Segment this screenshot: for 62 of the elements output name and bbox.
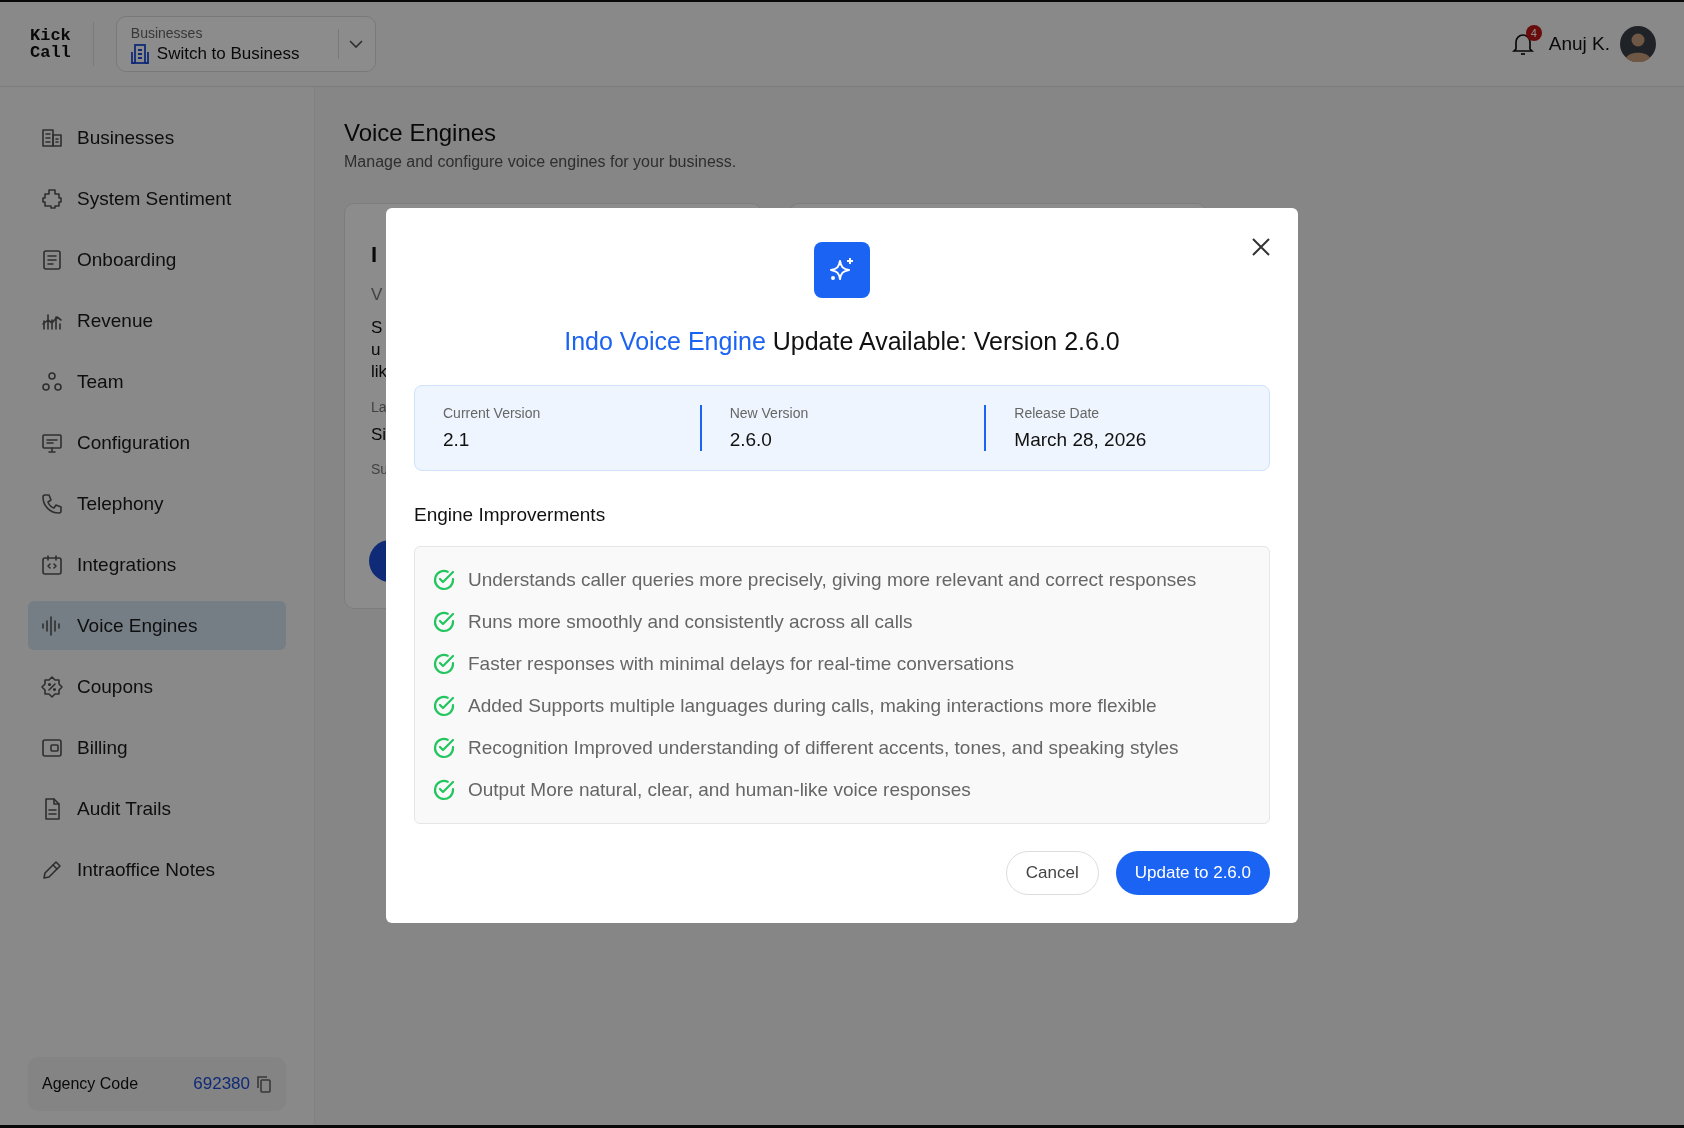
sidebar-item[interactable]: System Sentiment — [28, 174, 286, 223]
business-switcher[interactable]: Businesses Switch to Business — [115, 16, 376, 72]
document-icon — [40, 247, 64, 272]
agency-code-label: Agency Code — [42, 1075, 139, 1093]
sidebar-item[interactable]: Billing — [28, 723, 286, 772]
card-text: Si — [371, 426, 387, 443]
improvement-text: Output More natural, clear, and human-like voice responses — [468, 779, 971, 801]
section-title: Engine Improverments — [414, 504, 606, 526]
page-title: Voice Engines — [344, 119, 498, 147]
sidebar-item[interactable]: Onboarding — [28, 235, 286, 284]
bell-icon[interactable] — [1510, 31, 1535, 57]
sidebar-item[interactable]: Integrations — [28, 540, 286, 589]
people-icon — [40, 369, 64, 394]
chevron-down-icon — [348, 39, 363, 49]
sparkle-icon — [814, 242, 870, 298]
phone-icon — [40, 491, 64, 516]
sidebar-item[interactable]: Audit Trails — [28, 784, 286, 833]
card-text: V — [371, 286, 383, 303]
improvement-text: Understands caller queries more precisely, giving more relevant and correct responses — [468, 569, 1197, 591]
info-value: 2.1 — [443, 429, 471, 451]
check-circle-icon — [432, 610, 456, 634]
agency-code: 692380 — [193, 1074, 250, 1094]
sidebar-item[interactable]: Intraoffice Notes — [28, 845, 286, 894]
improvement-text: Faster responses with minimal delays for real-time conversations — [468, 653, 1014, 675]
sidebar-item[interactable]: Coupons — [28, 662, 286, 711]
building-icon — [130, 43, 149, 64]
logo: Kick Call — [30, 22, 94, 66]
notification-badge: 4 — [1525, 25, 1542, 41]
check-circle-icon — [432, 568, 456, 592]
check-circle-icon — [432, 778, 456, 802]
avatar[interactable] — [1620, 26, 1656, 62]
update-button[interactable]: Update to 2.6.0 — [1115, 851, 1270, 895]
sidebar-item[interactable]: Configuration — [28, 418, 286, 467]
code-icon — [40, 552, 64, 577]
check-circle-icon — [432, 694, 456, 718]
improvement-text: Added Supports multiple languages during calls, making interactions more flexible — [468, 695, 1157, 717]
sidebar-item[interactable]: Voice Engines — [28, 601, 286, 650]
info-label: Current Version — [443, 405, 542, 421]
page-subtitle: Manage and configure voice engines for your business. — [344, 153, 738, 171]
improvement-text: Runs more smoothly and consistently across all calls — [468, 611, 913, 633]
info-label: Release Date — [1014, 405, 1101, 421]
card-text: La — [371, 400, 387, 414]
dialog-title: Indo Voice Engine Update Available: Version 2.6.0 — [564, 327, 1120, 356]
card-text: S — [371, 319, 383, 336]
copy-icon[interactable] — [256, 1075, 272, 1093]
sidebar-item[interactable]: Telephony — [28, 479, 286, 528]
card-text: I — [371, 244, 378, 266]
info-label: New Version — [729, 405, 810, 421]
card-text: lik — [371, 363, 388, 380]
badge-icon — [40, 674, 64, 699]
card-text: u — [371, 341, 381, 358]
check-circle-icon — [432, 652, 456, 676]
sidebar-item[interactable]: Team — [28, 357, 286, 406]
check-circle-icon — [432, 736, 456, 760]
cancel-button[interactable]: Cancel — [1005, 851, 1099, 895]
puzzle-icon — [40, 186, 64, 211]
sidebar-item[interactable]: Revenue — [28, 296, 286, 345]
user-name: Anuj K. — [1548, 33, 1610, 55]
info-value: March 28, 2026 — [1014, 429, 1148, 451]
improvement-text: Recognition Improved understanding of different accents, tones, and speaking styles — [468, 737, 1179, 759]
sidebar-item[interactable]: Businesses — [28, 113, 286, 162]
info-value: 2.6.0 — [729, 429, 773, 451]
